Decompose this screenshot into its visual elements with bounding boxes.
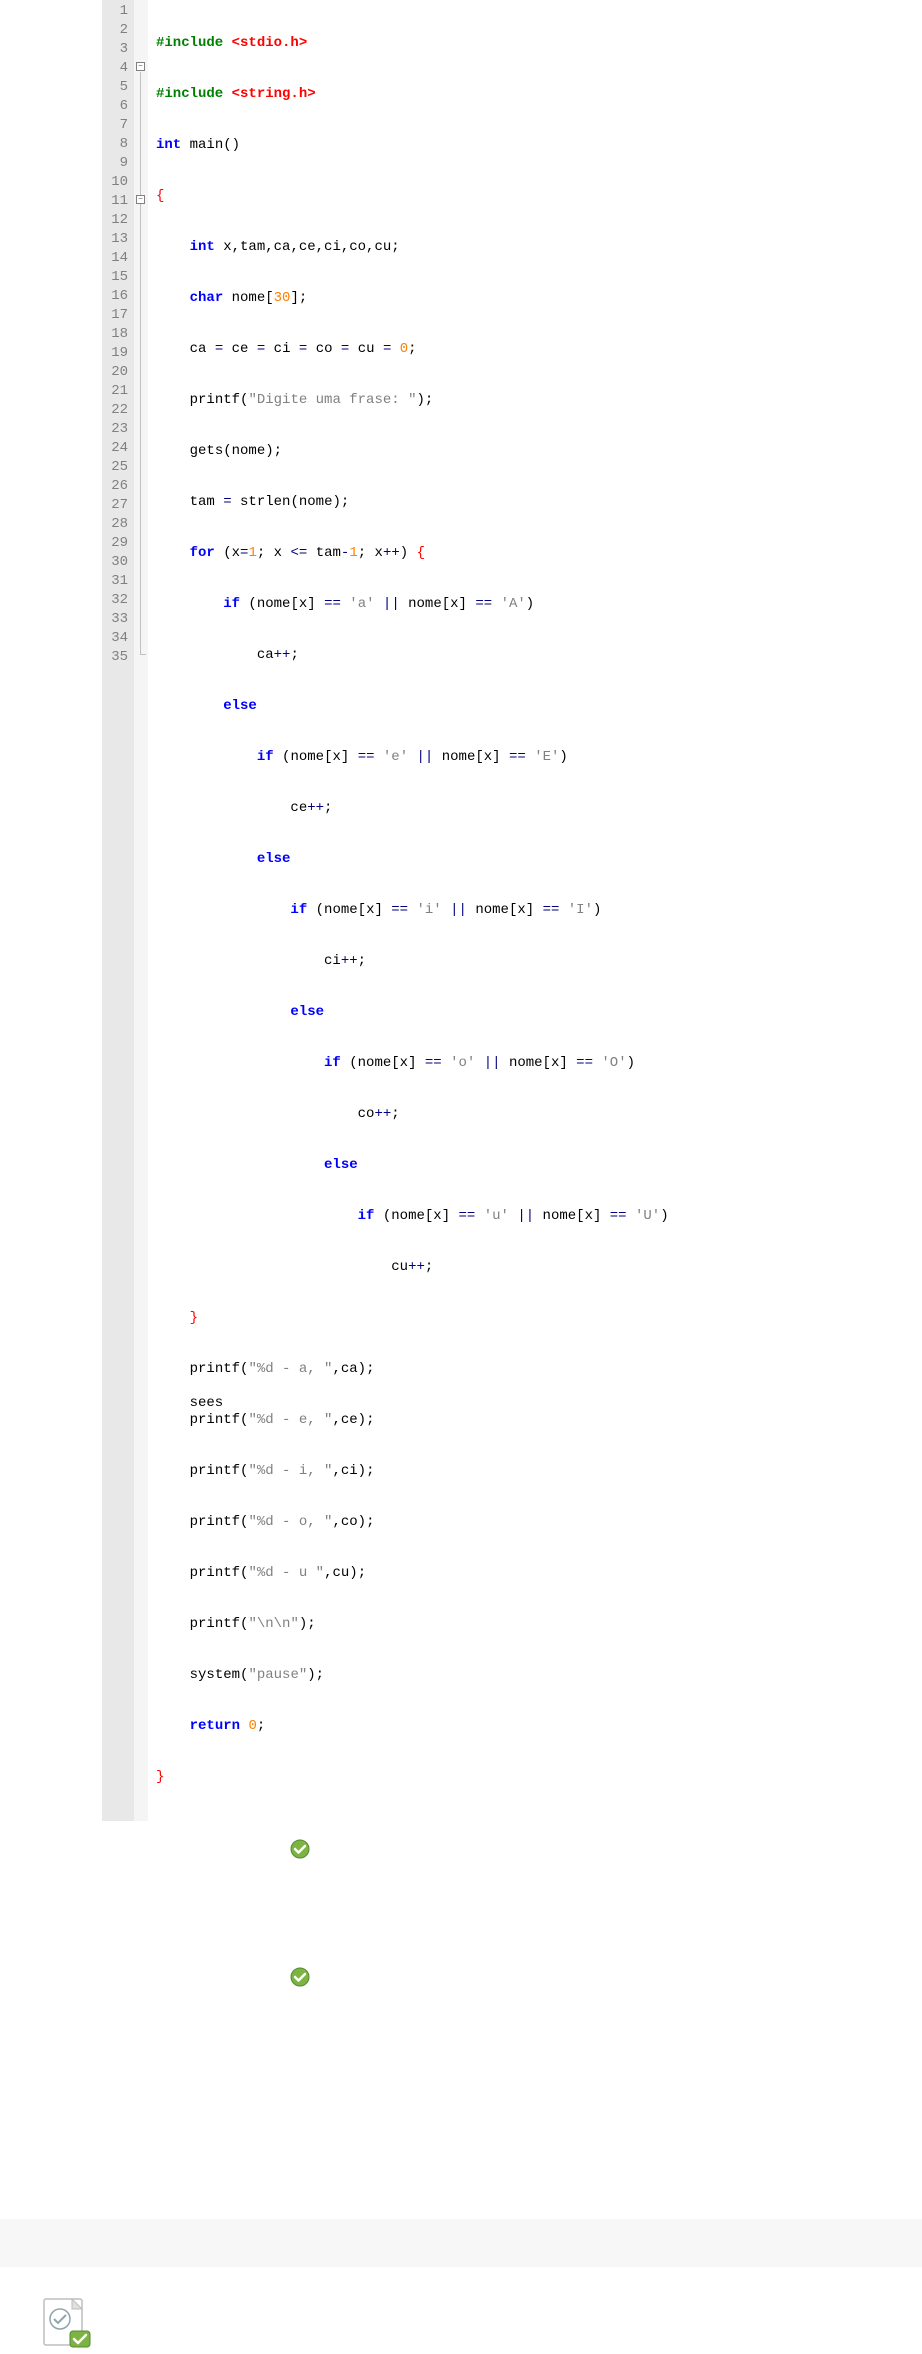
line-number: 10	[110, 173, 128, 192]
fold-column: − −	[134, 0, 148, 1821]
line-number: 33	[110, 610, 128, 629]
code-line: else	[156, 1156, 734, 1175]
code-editor[interactable]: 1 2 3 4 5 6 7 8 9 10 11 12 13 14 15 16 1…	[102, 0, 734, 1821]
line-number: 32	[110, 591, 128, 610]
line-number: 31	[110, 572, 128, 591]
code-line: printf("%d - i, ",ci);	[156, 1462, 734, 1481]
line-number: 28	[110, 515, 128, 534]
code-line: ca = ce = ci = co = cu = 0;	[156, 340, 734, 359]
line-number: 5	[110, 78, 128, 97]
line-number: 29	[110, 534, 128, 553]
code-line: ca++;	[156, 646, 734, 665]
code-line: tam = strlen(nome);	[156, 493, 734, 512]
line-number: 14	[110, 249, 128, 268]
fold-toggle-icon[interactable]: −	[136, 195, 145, 204]
code-line: system("pause");	[156, 1666, 734, 1685]
line-number: 23	[110, 420, 128, 439]
code-line: if (nome[x] == 'a' || nome[x] == 'A')	[156, 595, 734, 614]
line-number: 8	[110, 135, 128, 154]
line-number: 21	[110, 382, 128, 401]
line-number: 35	[110, 648, 128, 667]
document-verified-icon	[40, 2297, 92, 2349]
line-number: 4	[110, 59, 128, 78]
code-line: printf("\n\n");	[156, 1615, 734, 1634]
code-content[interactable]: #include <stdio.h> #include <string.h> i…	[148, 0, 734, 1821]
line-number: 25	[110, 458, 128, 477]
line-number: 2	[110, 21, 128, 40]
line-number: 26	[110, 477, 128, 496]
code-line: if (nome[x] == 'e' || nome[x] == 'E')	[156, 748, 734, 767]
line-number: 9	[110, 154, 128, 173]
code-line: if (nome[x] == 'o' || nome[x] == 'O')	[156, 1054, 734, 1073]
code-line: cu++;	[156, 1258, 734, 1277]
code-line: co++;	[156, 1105, 734, 1124]
code-line: }	[156, 1768, 734, 1787]
code-line: printf("%d - o, ",co);	[156, 1513, 734, 1532]
line-number: 1	[110, 2, 128, 21]
checkmark-icon	[290, 1839, 310, 1859]
line-number: 27	[110, 496, 128, 515]
line-number: 34	[110, 629, 128, 648]
line-number: 22	[110, 401, 128, 420]
line-number: 17	[110, 306, 128, 325]
footer-bar	[0, 2219, 922, 2267]
line-number: 12	[110, 211, 128, 230]
fold-guide-line	[140, 72, 141, 654]
line-number: 18	[110, 325, 128, 344]
code-line: for (x=1; x <= tam-1; x++) {	[156, 544, 734, 563]
code-line: printf("%d - u ",cu);	[156, 1564, 734, 1583]
code-line: printf("Digite uma frase: ");	[156, 391, 734, 410]
code-line: }	[156, 1309, 734, 1328]
checkmark-icon	[290, 1967, 310, 1987]
code-line: ce++;	[156, 799, 734, 818]
line-number: 3	[110, 40, 128, 59]
line-number: 24	[110, 439, 128, 458]
line-number: 20	[110, 363, 128, 382]
code-line: int main()	[156, 136, 734, 155]
code-line: int x,tam,ca,ce,ci,co,cu;	[156, 238, 734, 257]
code-line: ci++;	[156, 952, 734, 971]
code-line: else	[156, 697, 734, 716]
line-number: 30	[110, 553, 128, 572]
line-number: 13	[110, 230, 128, 249]
code-line: else	[156, 1003, 734, 1022]
fold-toggle-icon[interactable]: −	[136, 62, 145, 71]
fold-end-icon	[140, 654, 146, 655]
code-line: if (nome[x] == 'u' || nome[x] == 'U')	[156, 1207, 734, 1226]
code-line: #include <string.h>	[156, 85, 734, 104]
code-line: printf("%d - e, ",ce);	[156, 1411, 734, 1430]
line-number: 16	[110, 287, 128, 306]
code-line: {	[156, 187, 734, 206]
code-line: if (nome[x] == 'i' || nome[x] == 'I')	[156, 901, 734, 920]
line-number: 15	[110, 268, 128, 287]
line-number: 19	[110, 344, 128, 363]
code-line: #include <stdio.h>	[156, 34, 734, 53]
code-line: char nome[30];	[156, 289, 734, 308]
line-number: 6	[110, 97, 128, 116]
code-line: printf("%d - a, ",ca);	[156, 1360, 734, 1379]
line-number-gutter: 1 2 3 4 5 6 7 8 9 10 11 12 13 14 15 16 1…	[102, 0, 134, 1821]
line-number: 7	[110, 116, 128, 135]
line-number: 11	[110, 192, 128, 211]
code-line: return 0;	[156, 1717, 734, 1736]
code-line: gets(nome);	[156, 442, 734, 461]
code-line: else	[156, 850, 734, 869]
